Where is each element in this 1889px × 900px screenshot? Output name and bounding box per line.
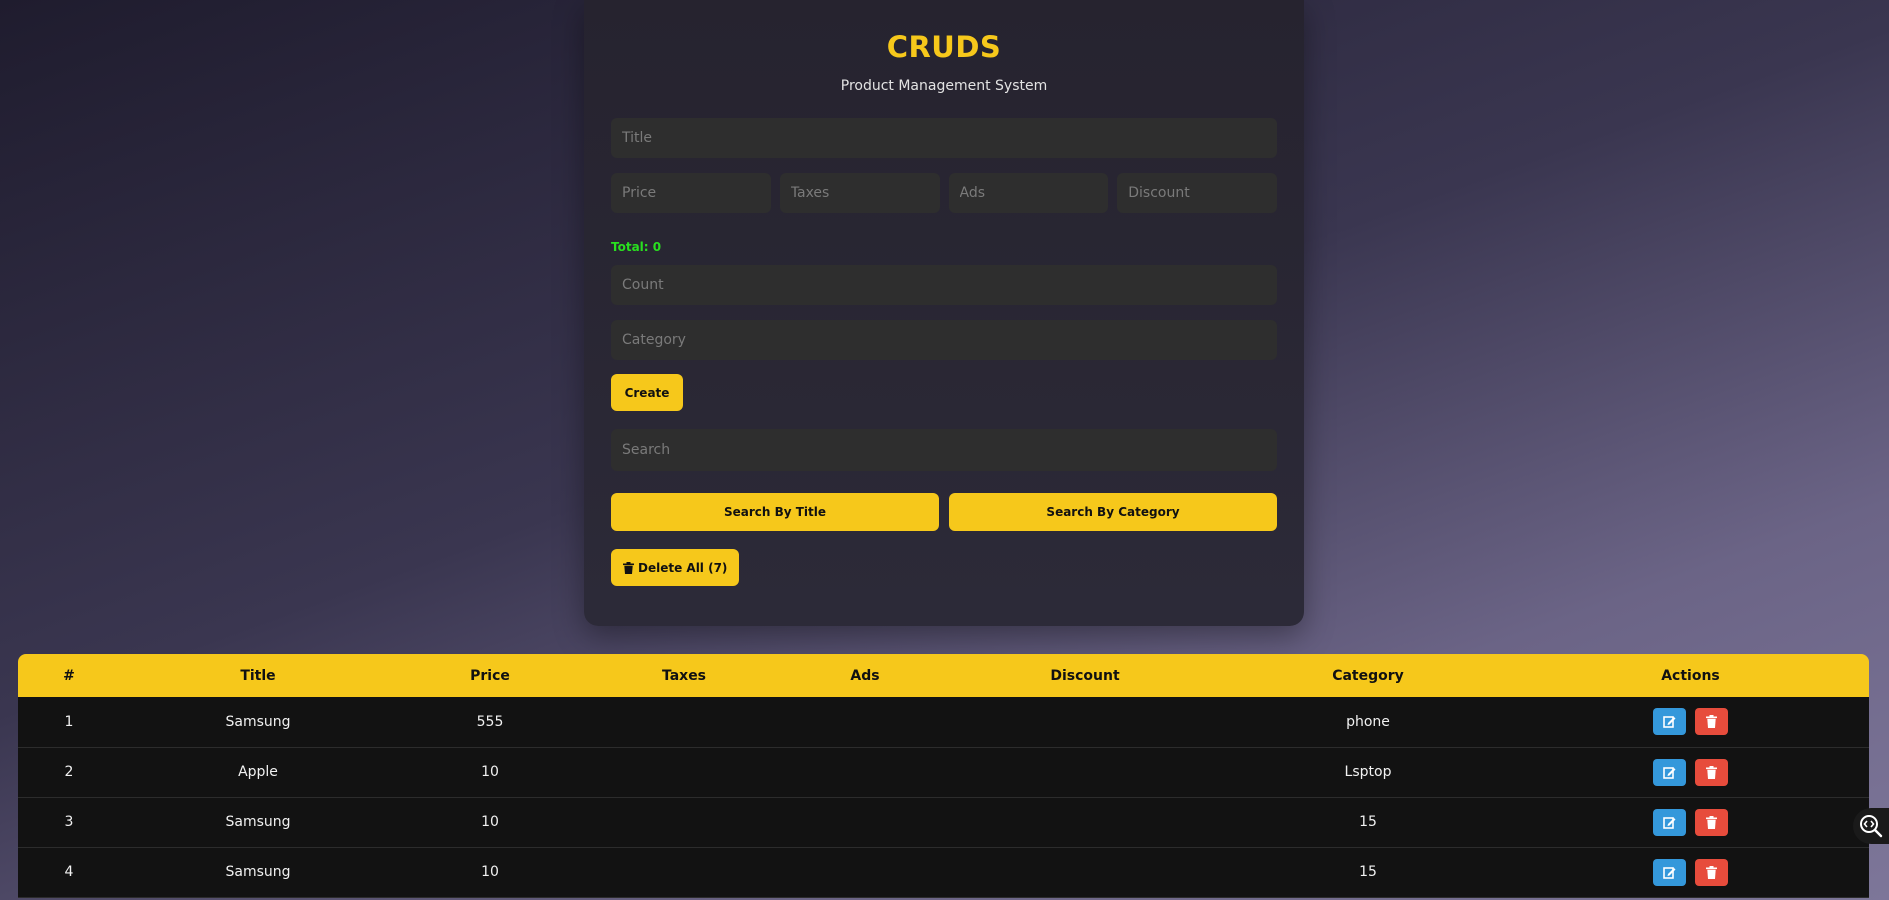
delete-button[interactable] bbox=[1695, 858, 1728, 886]
cell-category: 15 bbox=[1359, 864, 1377, 880]
crud-form-card: CRUDS Product Management System Total: 0… bbox=[584, 0, 1304, 626]
cell-price: 10 bbox=[481, 814, 499, 830]
cell-actions bbox=[1512, 747, 1869, 797]
cell-category: 15 bbox=[1359, 814, 1377, 830]
trash-icon bbox=[623, 561, 634, 574]
cell-taxes bbox=[584, 747, 784, 797]
header-ads: Ads bbox=[850, 667, 880, 684]
cell-ads bbox=[784, 847, 946, 897]
count-input[interactable] bbox=[611, 265, 1277, 305]
table-row: 4 Samsung 10 15 bbox=[18, 847, 1869, 897]
cell-taxes bbox=[584, 797, 784, 847]
header-taxes: Taxes bbox=[661, 667, 707, 684]
table-row: 1 Samsung 555 phone bbox=[18, 697, 1869, 747]
cell-title: Apple bbox=[238, 764, 278, 780]
edit-icon bbox=[1663, 766, 1676, 779]
cell-id: 1 bbox=[64, 713, 74, 730]
cell-actions bbox=[1512, 697, 1869, 747]
cell-id: 4 bbox=[64, 864, 74, 880]
edit-icon bbox=[1663, 866, 1676, 879]
cell-taxes bbox=[584, 697, 784, 747]
header-title: Title bbox=[240, 667, 276, 684]
cell-price: 10 bbox=[481, 764, 499, 780]
floating-code-search-button[interactable] bbox=[1853, 808, 1889, 844]
cell-title: Samsung bbox=[225, 713, 291, 730]
header-discount: Discount bbox=[1050, 667, 1120, 684]
price-row bbox=[611, 173, 1277, 213]
search-buttons-row: Search By Title Search By Category bbox=[611, 493, 1277, 531]
cell-discount bbox=[946, 747, 1224, 797]
discount-input[interactable] bbox=[1117, 173, 1277, 213]
cell-actions bbox=[1512, 847, 1869, 897]
header-category: Category bbox=[1332, 667, 1404, 684]
cell-title: Samsung bbox=[225, 814, 291, 830]
cell-category: phone bbox=[1346, 713, 1390, 730]
app-title: CRUDS bbox=[886, 30, 1002, 64]
app-subtitle: Product Management System bbox=[840, 78, 1048, 94]
cell-id: 2 bbox=[64, 764, 74, 780]
price-input[interactable] bbox=[611, 173, 771, 213]
cell-price: 555 bbox=[476, 713, 504, 730]
total-label: Total: 0 bbox=[611, 240, 662, 254]
delete-all-label: Delete All (7) bbox=[638, 560, 728, 575]
title-input[interactable] bbox=[611, 118, 1277, 158]
cell-ads bbox=[784, 697, 946, 747]
edit-button[interactable] bbox=[1653, 758, 1686, 786]
ads-input[interactable] bbox=[948, 173, 1109, 213]
delete-button[interactable] bbox=[1695, 708, 1728, 736]
cell-ads bbox=[784, 747, 946, 797]
cell-actions bbox=[1512, 797, 1869, 847]
create-button[interactable]: Create bbox=[611, 374, 683, 411]
table-row: 2 Apple 10 Lsptop bbox=[18, 747, 1869, 797]
delete-button[interactable] bbox=[1695, 758, 1728, 786]
trash-icon bbox=[1706, 765, 1717, 779]
products-table: # Title Price Taxes Ads Discount Categor… bbox=[18, 654, 1869, 898]
code-search-icon bbox=[1860, 815, 1883, 838]
cell-category: Lsptop bbox=[1344, 764, 1392, 780]
delete-all-button[interactable]: Delete All (7) bbox=[611, 549, 740, 586]
cell-price: 10 bbox=[481, 864, 499, 880]
cell-title: Samsung bbox=[225, 864, 291, 880]
header-price: Price bbox=[470, 667, 510, 684]
cell-discount bbox=[946, 797, 1224, 847]
edit-button[interactable] bbox=[1653, 858, 1686, 886]
trash-icon bbox=[1706, 815, 1717, 829]
cell-taxes bbox=[584, 847, 784, 897]
edit-icon bbox=[1663, 816, 1676, 829]
cell-ads bbox=[784, 797, 946, 847]
header-id: # bbox=[63, 667, 75, 684]
edit-button[interactable] bbox=[1653, 808, 1686, 836]
edit-button[interactable] bbox=[1653, 708, 1686, 736]
cell-id: 3 bbox=[64, 814, 74, 830]
taxes-input[interactable] bbox=[779, 173, 940, 213]
search-by-category-button[interactable]: Search By Category bbox=[949, 493, 1277, 531]
search-by-title-button[interactable]: Search By Title bbox=[611, 493, 939, 531]
edit-icon bbox=[1663, 716, 1676, 729]
header-actions: Actions bbox=[1661, 667, 1720, 684]
search-input[interactable] bbox=[611, 429, 1277, 471]
trash-icon bbox=[1706, 865, 1717, 879]
category-input[interactable] bbox=[611, 320, 1277, 360]
cell-discount bbox=[946, 847, 1224, 897]
delete-button[interactable] bbox=[1695, 808, 1728, 836]
table-header-row: # Title Price Taxes Ads Discount Categor… bbox=[18, 654, 1869, 697]
cell-discount bbox=[946, 697, 1224, 747]
trash-icon bbox=[1706, 715, 1717, 729]
table-row: 3 Samsung 10 15 bbox=[18, 797, 1869, 847]
